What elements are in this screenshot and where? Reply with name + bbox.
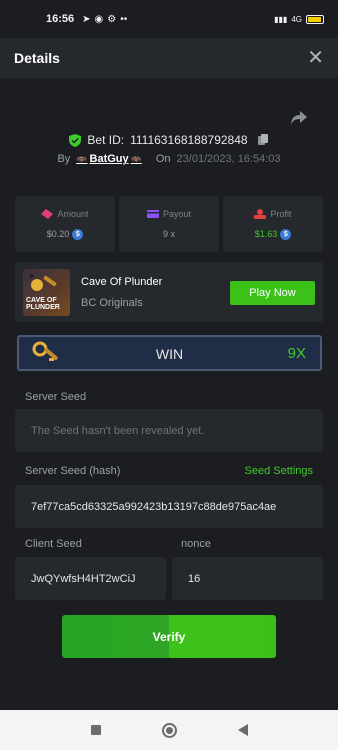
back-icon[interactable] xyxy=(237,724,248,736)
bet-id-label: Bet ID: xyxy=(87,133,125,147)
details-header: Details ✕ xyxy=(0,38,338,78)
recents-icon[interactable] xyxy=(90,725,101,735)
profit-label: Profit xyxy=(270,208,292,219)
username: BatGuy xyxy=(89,153,129,165)
profit-icon xyxy=(254,208,267,219)
username-link[interactable]: 🦇 BatGuy 🦇 xyxy=(76,153,142,165)
bet-datetime: 23/01/2023, 16:54:03 xyxy=(176,153,281,165)
on-label: On xyxy=(155,153,171,165)
result-multiplier: 9X xyxy=(287,345,306,362)
bet-id-row: Bet ID: 111163168188792848 xyxy=(0,133,338,147)
coin-icon: $ xyxy=(72,228,84,240)
page-title: Details xyxy=(14,50,60,66)
payout-label: Payout xyxy=(162,209,192,219)
verify-button[interactable]: Verify xyxy=(62,615,276,658)
result-label: WIN xyxy=(155,346,184,362)
status-right: ▮▮▮ 4G xyxy=(274,14,324,24)
telegram-icon: ➤ xyxy=(82,13,91,25)
game-card: CAVE OF PLUNDER Cave Of Plunder BC Origi… xyxy=(15,262,323,322)
server-seed-label: Server Seed xyxy=(25,391,87,403)
result-bar: WIN 9X xyxy=(17,335,322,371)
stat-amount: Amount $0.20 $ xyxy=(15,196,115,252)
shield-check-icon xyxy=(69,133,82,147)
game-thumbnail[interactable]: CAVE OF PLUNDER xyxy=(23,269,70,316)
nonce-field[interactable]: 16 xyxy=(172,557,323,600)
more-dots-icon: •• xyxy=(120,13,128,25)
amount-icon xyxy=(41,208,54,219)
system-nav-bar xyxy=(0,710,338,750)
profit-value: $1.63 xyxy=(254,229,278,239)
server-seed-hash-value: 7ef77ca5cd63325a992423b13197c88de975ac4a… xyxy=(31,500,277,513)
seed-settings-link[interactable]: Seed Settings xyxy=(245,465,314,477)
stat-profit: Profit $1.63 $ xyxy=(223,196,323,252)
game-name: Cave Of Plunder xyxy=(81,276,163,288)
bet-author-row: By 🦇 BatGuy 🦇 On 23/01/2023, 16:54:03 xyxy=(0,153,338,165)
client-seed-value: JwQYwfsH4HT2wCiJ xyxy=(31,572,136,585)
close-icon[interactable]: ✕ xyxy=(307,48,324,68)
treasure-icon xyxy=(29,273,57,291)
amount-value: $0.20 xyxy=(46,229,70,239)
share-icon[interactable] xyxy=(290,110,308,126)
server-seed-hash-label: Server Seed (hash) xyxy=(25,465,121,477)
stat-payout: Payout 9 x xyxy=(119,196,219,252)
status-time: 16:56 xyxy=(46,13,75,25)
signal-icon: ▮▮▮ xyxy=(274,14,288,24)
server-seed-field: The Seed hasn't been revealed yet. xyxy=(15,409,323,452)
game-provider: BC Originals xyxy=(81,297,143,309)
thumb-text-2: PLUNDER xyxy=(26,304,60,311)
wallet-icon xyxy=(146,210,159,218)
server-seed-hash-field[interactable]: 7ef77ca5cd63325a992423b13197c88de975ac4a… xyxy=(15,485,323,528)
thumb-text-1: CAVE OF xyxy=(26,297,57,304)
network-label: 4G xyxy=(291,14,302,24)
notification-icons: ➤ ◉ ⚙ •• xyxy=(82,14,127,25)
nonce-value: 16 xyxy=(188,572,201,585)
bet-stats: Amount $0.20 $ Payout 9 x Profit $1.63 $ xyxy=(15,196,323,252)
copy-icon[interactable] xyxy=(257,134,269,146)
coin-icon: $ xyxy=(280,228,292,240)
play-now-button[interactable]: Play Now xyxy=(230,281,315,305)
bat-icon: 🦇 xyxy=(76,153,88,164)
payout-value: 9 x xyxy=(162,229,175,239)
amount-label: Amount xyxy=(57,208,89,219)
bet-id-value: 111163168188792848 xyxy=(130,133,248,147)
client-seed-field[interactable]: JwQYwfsH4HT2wCiJ xyxy=(15,557,166,600)
status-bar: 16:56 ➤ ◉ ⚙ •• ▮▮▮ 4G xyxy=(0,0,338,38)
bat-icon: 🦇 xyxy=(130,153,142,164)
messenger-icon: ◉ xyxy=(94,13,104,25)
nonce-label: nonce xyxy=(181,538,211,550)
app-icon: ⚙ xyxy=(107,13,117,25)
server-seed-placeholder: The Seed hasn't been revealed yet. xyxy=(31,424,205,437)
by-label: By xyxy=(57,153,71,165)
client-seed-label: Client Seed xyxy=(25,538,82,550)
battery-icon xyxy=(306,14,324,24)
home-icon[interactable] xyxy=(161,722,177,738)
